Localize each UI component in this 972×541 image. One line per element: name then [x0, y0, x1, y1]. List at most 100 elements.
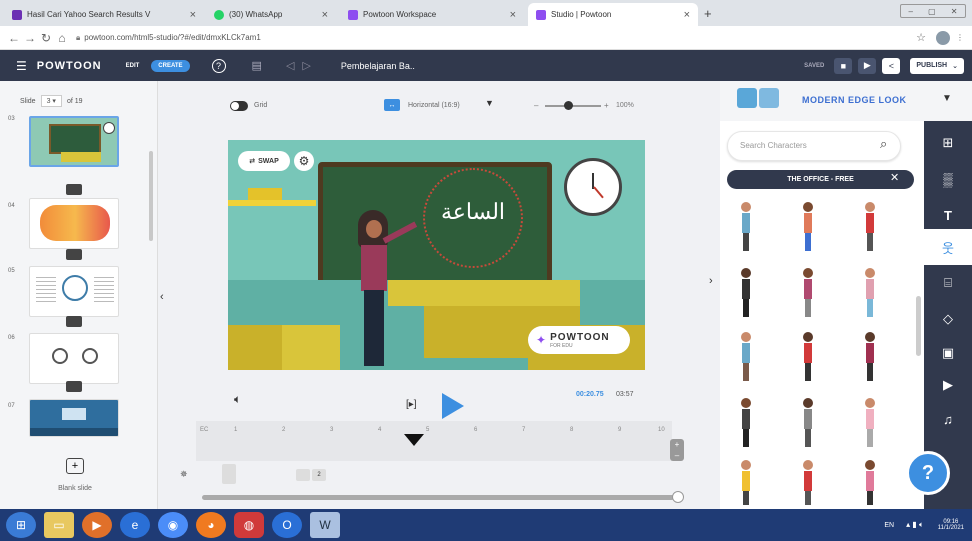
caret-down-icon[interactable]: ▼ [485, 98, 494, 108]
back-icon[interactable]: ← [6, 31, 22, 45]
scrollbar[interactable] [149, 151, 153, 241]
collapse-left-icon[interactable]: ‹ [160, 291, 164, 303]
volume-icon[interactable]: 🔈︎ [234, 392, 241, 407]
slide-thumbnail-7[interactable] [29, 399, 119, 437]
reload-icon[interactable]: ↻ [38, 31, 54, 45]
video-icon[interactable]: ▶ [924, 367, 972, 403]
camera-target-icon[interactable]: ✵ [180, 469, 188, 480]
characters-icon[interactable]: 웃 [924, 229, 972, 265]
zoom-out-icon[interactable]: – [534, 101, 538, 110]
menu-icon[interactable]: ⋮ [956, 33, 964, 42]
style-thumb-icon[interactable] [759, 88, 779, 108]
playhead[interactable] [404, 434, 424, 446]
slide-thumbnail-3[interactable] [29, 116, 119, 167]
close-window-icon[interactable]: ✕ [951, 7, 958, 16]
grid-toggle[interactable] [230, 101, 248, 111]
edit-mode-button[interactable]: EDIT [126, 63, 140, 69]
slide-thumbnail-4[interactable] [29, 198, 119, 249]
orientation-label[interactable]: Horizontal (16:9) [408, 102, 460, 109]
play-slide-icon[interactable]: [▸] [406, 399, 417, 410]
browser-tab-studio[interactable]: Studio | Powtoon × [528, 3, 698, 26]
slide-canvas[interactable]: الساعة ✦ POWTOON FOR EDU ⇄ SWAP ⚙ [228, 140, 645, 370]
chrome-icon[interactable]: ◉ [158, 512, 188, 538]
close-icon[interactable]: × [190, 9, 196, 21]
play-preview-icon[interactable]: ▶ [858, 57, 877, 74]
slide-thumbnail-6[interactable] [29, 333, 119, 384]
slide-thumbnail-5[interactable] [29, 266, 119, 317]
category-chip[interactable]: THE OFFICE - FREE [727, 170, 914, 189]
share-icon[interactable]: < [882, 57, 901, 74]
camera-icon[interactable] [66, 381, 82, 392]
browser-tab-yahoo[interactable]: Hasil Cari Yahoo Search Results V × [4, 3, 204, 26]
home-icon[interactable]: ⌂ [54, 31, 70, 45]
undo-icon[interactable]: ◁ [286, 59, 294, 72]
browser-tab-workspace[interactable]: Powtoon Workspace × [340, 3, 524, 26]
help-chat-button[interactable]: ? [906, 451, 950, 495]
record-icon[interactable]: ■ [834, 57, 853, 74]
tray-icons[interactable]: ▴ ▮ 🔈︎ [906, 520, 924, 530]
camera-icon[interactable] [66, 316, 82, 327]
blank-slide-button[interactable]: Blank slide [40, 485, 110, 492]
internet-explorer-icon[interactable]: e [120, 512, 150, 538]
slide-number-select[interactable]: 3 ▾ [40, 95, 62, 107]
timeline-zoom-buttons[interactable]: + – [670, 439, 684, 461]
url-field[interactable]: powtoon.com/html5-studio/?#/edit/dmxKLCk… [84, 33, 261, 42]
slide-selector[interactable]: Slide 3 ▾ of 19 [20, 95, 83, 107]
word-icon[interactable]: W [310, 512, 340, 538]
camera-icon[interactable] [66, 184, 82, 195]
layer-thumb-icon[interactable] [296, 469, 310, 481]
timeline-scrollbar[interactable] [202, 495, 674, 500]
gear-icon[interactable]: ⚙ [294, 151, 314, 171]
forward-icon[interactable]: → [22, 31, 38, 45]
timeline-scroll-end-icon[interactable] [672, 491, 684, 503]
zoom-slider-track[interactable] [545, 105, 601, 107]
browser-tab-whatsapp[interactable]: (30) WhatsApp × [206, 3, 336, 26]
play-icon[interactable] [442, 393, 464, 419]
swap-button[interactable]: ⇄ SWAP [238, 151, 290, 171]
help-icon[interactable]: ? [211, 58, 226, 73]
new-tab-icon[interactable]: + [704, 6, 712, 21]
opera-icon[interactable]: O [272, 512, 302, 538]
notes-icon[interactable]: ▤ [252, 59, 262, 72]
star-icon[interactable]: ☆ [916, 31, 926, 44]
style-thumb-icon[interactable] [737, 88, 757, 108]
images-icon[interactable]: ▣ [924, 335, 972, 371]
zoom-in-icon[interactable]: + [604, 101, 609, 110]
shapes-icon[interactable]: ◇ [924, 301, 972, 337]
start-icon[interactable]: ⊞ [6, 512, 36, 538]
layout-icon[interactable]: ⊞ [924, 125, 972, 161]
zoom-slider-handle[interactable] [564, 101, 573, 110]
minimize-icon[interactable]: – [909, 7, 913, 16]
characters[interactable] [734, 199, 924, 509]
media-player-icon[interactable]: ▶ [82, 512, 112, 538]
collapse-right-icon[interactable]: › [709, 275, 713, 287]
search-icon[interactable]: ⌕ [880, 136, 887, 152]
avatar[interactable] [936, 30, 950, 45]
presentation-title[interactable]: Pembelajaran Ba.. [341, 61, 415, 71]
maximize-icon[interactable]: ▢ [928, 7, 936, 16]
style-name[interactable]: MODERN EDGE LOOK [802, 95, 907, 105]
clock[interactable]: 09:16 11/1/2021 [938, 519, 964, 531]
caret-down-icon[interactable]: ▼ [942, 93, 952, 104]
scrollbar[interactable] [916, 296, 921, 356]
props-icon[interactable]: ⌸ [924, 265, 972, 301]
text-icon[interactable]: T [924, 197, 972, 233]
window-controls[interactable]: – ▢ ✕ [900, 4, 966, 18]
close-icon[interactable]: × [510, 9, 516, 21]
firefox-icon[interactable]: ◕ [196, 512, 226, 538]
background-icon[interactable]: ▒ [924, 161, 972, 197]
orientation-icon[interactable]: ↔ [384, 99, 400, 111]
hamburger-icon[interactable]: ☰ [16, 59, 27, 73]
file-explorer-icon[interactable]: ▭ [44, 512, 74, 538]
powtoon-logo[interactable]: POWTOON [37, 60, 102, 72]
app-icon[interactable]: ◍ [234, 512, 264, 538]
music-icon[interactable]: ♫ [924, 401, 972, 437]
close-icon[interactable]: × [684, 9, 690, 21]
close-icon[interactable]: × [322, 9, 328, 21]
publish-button[interactable]: PUBLISH ⌄ [910, 57, 964, 74]
character-layer-icon[interactable] [222, 464, 236, 484]
camera-icon[interactable] [66, 249, 82, 260]
redo-icon[interactable]: ▷ [302, 59, 310, 72]
add-slide-icon[interactable]: + [66, 458, 84, 474]
create-mode-button[interactable]: CREATE [151, 59, 190, 72]
